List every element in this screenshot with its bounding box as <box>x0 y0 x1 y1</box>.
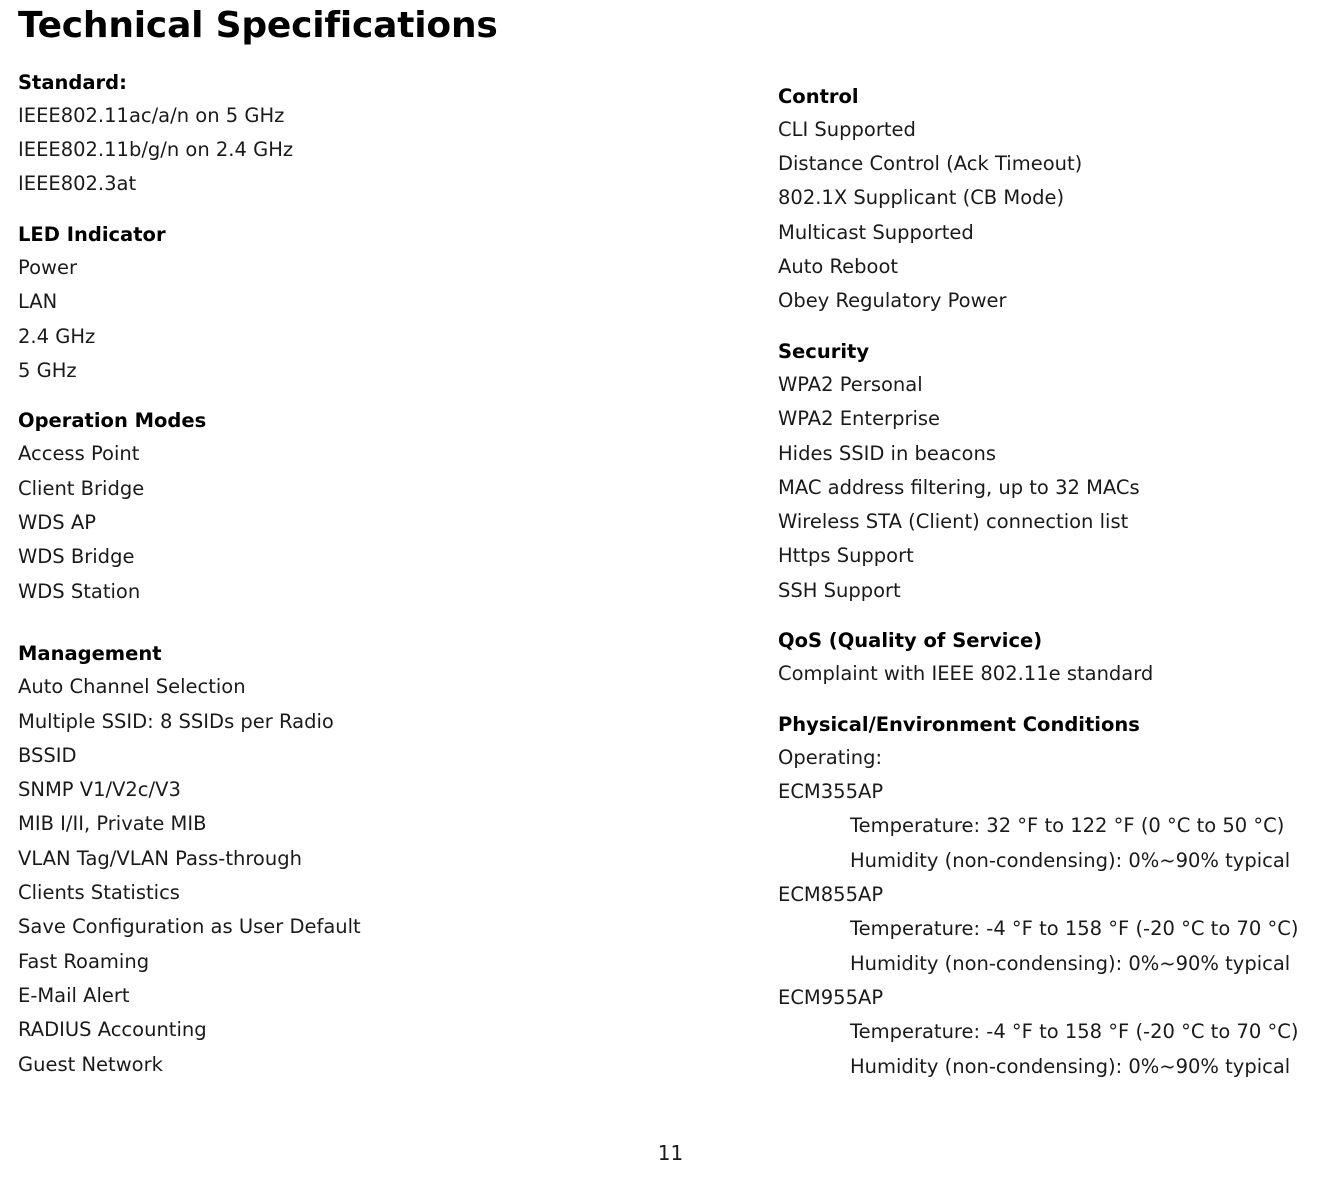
section-heading: Security <box>778 339 870 363</box>
document-page: Technical Specifications Standard: IEEE8… <box>0 6 1341 1177</box>
section-heading: Management <box>18 642 162 665</box>
spec-line: CLI Supported <box>778 117 916 141</box>
section-management: Management Auto Channel Selection Multip… <box>18 639 768 1082</box>
section-heading: Standard: <box>18 70 127 94</box>
section-security: Security WPA2 Personal WPA2 Enterprise H… <box>778 337 1323 608</box>
section-operation-modes: Operation Modes Access Point Client Brid… <box>18 406 768 609</box>
spec-line: Temperature: -4 °F to 158 °F (-20 °C to … <box>850 1020 1299 1044</box>
spec-line: Humidity (non-condensing): 0%~90% typica… <box>850 848 1291 872</box>
spec-line: WDS Station <box>18 579 141 603</box>
section-control: Control CLI Supported Distance Control (… <box>778 82 1323 319</box>
spec-line: IEEE802.11b/g/n on 2.4 GHz <box>18 138 294 162</box>
spec-line: Multiple SSID: 8 SSIDs per Radio <box>18 709 334 733</box>
spec-line: WDS Bridge <box>18 545 135 569</box>
spec-line: Access Point <box>18 442 140 466</box>
spec-line: Humidity (non-condensing): 0%~90% typica… <box>850 951 1291 975</box>
spec-line: ECM355AP <box>778 780 884 804</box>
section-led-indicator: LED Indicator Power LAN 2.4 GHz 5 GHz <box>18 220 768 388</box>
left-column: Standard: IEEE802.11ac/a/n on 5 GHz IEEE… <box>18 68 778 1082</box>
page-number: 11 <box>657 1141 684 1165</box>
spec-line: Wireless STA (Client) connection list <box>778 510 1129 534</box>
spec-line: Multicast Supported <box>778 220 974 244</box>
spec-line: Save Configuration as User Default <box>18 915 361 939</box>
spec-line: 5 GHz <box>18 358 77 382</box>
section-heading: Operation Modes <box>18 409 207 433</box>
spec-line: RADIUS Accounting <box>18 1018 207 1042</box>
spec-line: Fast Roaming <box>18 949 150 973</box>
spec-line: Clients Statistics <box>18 881 180 905</box>
spec-line: MIB I/II, Private MIB <box>18 812 207 836</box>
spec-line: Power <box>18 255 77 279</box>
spec-line: Auto Channel Selection <box>18 675 246 699</box>
section-physical-environment: Physical/Environment Conditions Operatin… <box>778 710 1323 1084</box>
spec-line: IEEE802.3at <box>18 172 137 196</box>
spec-line: Distance Control (Ack Timeout) <box>778 152 1083 176</box>
page-title: Technical Specifications <box>18 5 498 46</box>
spec-line: Guest Network <box>18 1052 163 1076</box>
spec-line: WDS AP <box>18 511 96 535</box>
spec-line: SNMP V1/V2c/V3 <box>18 778 181 802</box>
spec-line: ECM855AP <box>778 883 884 907</box>
spec-line: Https Support <box>778 544 914 568</box>
section-heading: LED Indicator <box>18 222 166 246</box>
spec-line: WPA2 Enterprise <box>778 407 941 431</box>
spec-line: Obey Regulatory Power <box>778 289 1007 313</box>
spec-line: IEEE802.11ac/a/n on 5 GHz <box>18 103 285 127</box>
spec-line: SSH Support <box>778 578 901 602</box>
section-heading: QoS (Quality of Service) <box>778 629 1043 653</box>
spec-line: Client Bridge <box>18 476 145 500</box>
spec-line: WPA2 Personal <box>778 372 923 396</box>
section-heading: Control <box>778 84 859 108</box>
spec-line: 2.4 GHz <box>18 324 96 348</box>
spec-line: Complaint with IEEE 802.11e standard <box>778 662 1154 686</box>
spec-line: Auto Reboot <box>778 255 899 279</box>
spec-line: VLAN Tag/VLAN Pass-through <box>18 846 302 870</box>
two-column-body: Standard: IEEE802.11ac/a/n on 5 GHz IEEE… <box>18 68 1323 1084</box>
section-qos: QoS (Quality of Service) Complaint with … <box>778 626 1323 692</box>
spec-line: Humidity (non-condensing): 0%~90% typica… <box>850 1054 1291 1078</box>
spec-line: Temperature: 32 °F to 122 °F (0 °C to 50… <box>850 814 1285 838</box>
section-standard: Standard: IEEE802.11ac/a/n on 5 GHz IEEE… <box>18 68 768 202</box>
spec-line: 802.1X Supplicant (CB Mode) <box>778 186 1065 210</box>
spec-line: Hides SSID in beacons <box>778 441 997 465</box>
right-column: Control CLI Supported Distance Control (… <box>778 68 1323 1084</box>
spec-line: MAC address filtering, up to 32 MACs <box>778 475 1140 499</box>
spec-line: Operating: <box>778 745 883 769</box>
section-heading: Physical/Environment Conditions <box>778 712 1140 736</box>
spec-line: Temperature: -4 °F to 158 °F (-20 °C to … <box>850 917 1299 941</box>
spec-line: BSSID <box>18 743 77 767</box>
spec-line: E-Mail Alert <box>18 984 130 1008</box>
spec-line: LAN <box>18 290 58 314</box>
spec-line: ECM955AP <box>778 986 884 1010</box>
